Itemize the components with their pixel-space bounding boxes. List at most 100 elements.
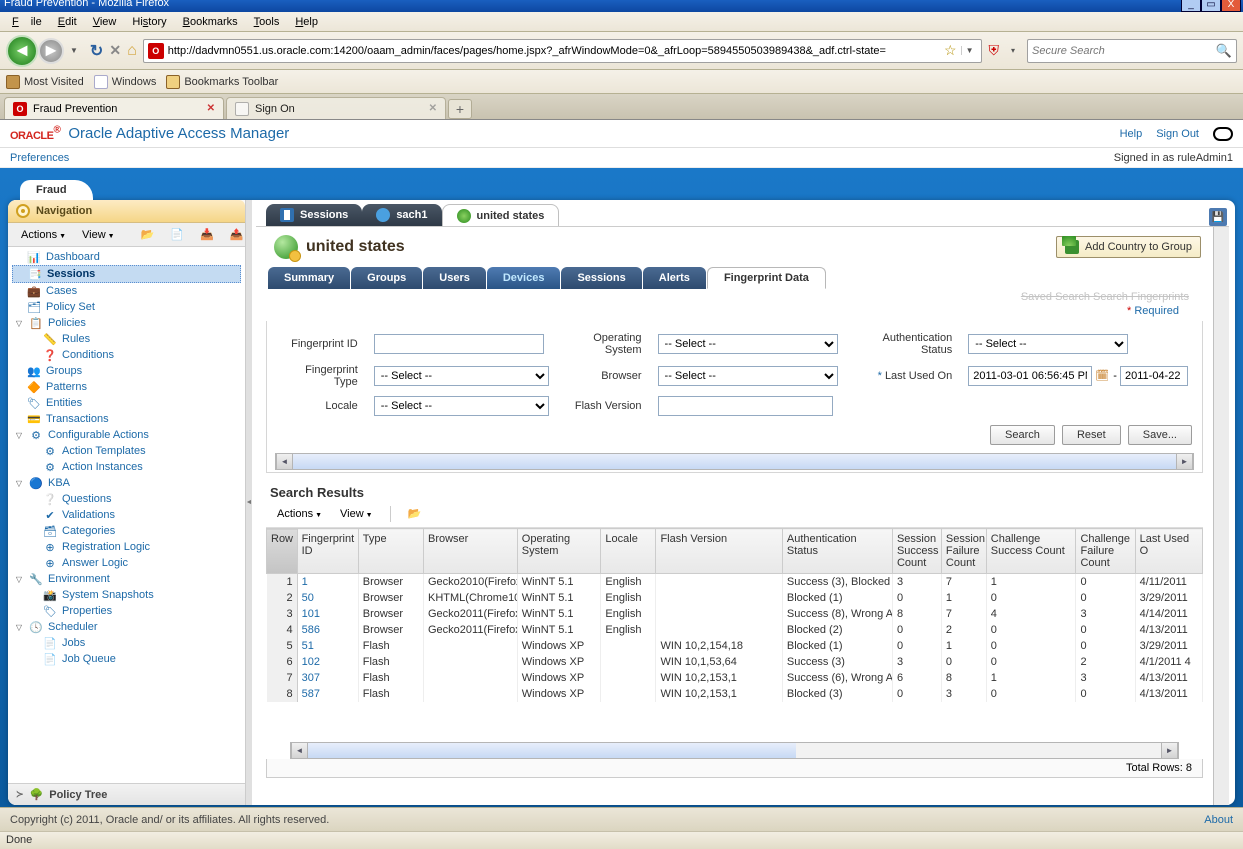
- reset-button[interactable]: Reset: [1062, 425, 1121, 445]
- vertical-scrollbar[interactable]: [1213, 227, 1229, 805]
- menu-edit[interactable]: Edit: [52, 14, 83, 30]
- results-actions-menu[interactable]: Actions▼: [270, 505, 329, 523]
- back-button[interactable]: ◄: [6, 35, 38, 67]
- tree-configactions[interactable]: ▽⚙Configurable Actions: [12, 427, 241, 443]
- about-link[interactable]: About: [1204, 814, 1233, 826]
- subtab-groups[interactable]: Groups: [351, 267, 422, 289]
- cell-fpid[interactable]: 50: [297, 590, 358, 606]
- menu-history[interactable]: History: [126, 14, 172, 30]
- table-row[interactable]: 3101BrowserGecko2011(FirefoxWinNT 5.1Eng…: [267, 606, 1203, 622]
- tree-registration-logic[interactable]: ⊕Registration Logic: [12, 539, 241, 555]
- subtab-sessions[interactable]: Sessions: [561, 267, 641, 289]
- input-date-from[interactable]: [968, 366, 1092, 386]
- tree-job-queue[interactable]: 📄Job Queue: [12, 651, 241, 667]
- table-row[interactable]: 551FlashWindows XPWIN 10,2,154,18Blocked…: [267, 638, 1203, 654]
- col-cfc[interactable]: Challenge Failure Count: [1076, 529, 1135, 574]
- tree-policyset[interactable]: 🗂Policy Set: [12, 299, 241, 315]
- tree-action-instances[interactable]: ⚙Action Instances: [12, 459, 241, 475]
- tree-toggle[interactable]: ▽: [14, 431, 24, 440]
- table-row[interactable]: 6102FlashWindows XPWIN 10,1,53,64Success…: [267, 654, 1203, 670]
- new-icon[interactable]: 📄: [163, 225, 191, 244]
- tree-kba[interactable]: ▽🔵KBA: [12, 475, 241, 491]
- tree-toggle[interactable]: ▽: [14, 575, 24, 584]
- scroll-left-icon[interactable]: ◄: [276, 454, 293, 469]
- select-fptype[interactable]: -- Select --: [374, 366, 549, 386]
- subtab-summary[interactable]: Summary: [268, 267, 350, 289]
- minimize-button[interactable]: _: [1181, 0, 1201, 12]
- top-tab-fraud[interactable]: Fraud: [20, 180, 93, 200]
- col-auth[interactable]: Authentication Status: [782, 529, 892, 574]
- tree-rules[interactable]: 📏Rules: [12, 331, 241, 347]
- col-os[interactable]: Operating System: [517, 529, 601, 574]
- col-browser[interactable]: Browser: [424, 529, 518, 574]
- content-scroll[interactable]: Saved Search Search Fingerprints * Requi…: [256, 289, 1213, 805]
- tab-user[interactable]: sach1: [362, 204, 441, 226]
- open-icon[interactable]: 📂: [134, 225, 162, 244]
- subtab-devices[interactable]: Devices: [487, 267, 561, 289]
- tab-close-icon[interactable]: ✕: [207, 103, 215, 114]
- home-icon[interactable]: ⌂: [127, 42, 137, 60]
- cell-fpid[interactable]: 1: [297, 574, 358, 591]
- input-flash[interactable]: [658, 396, 833, 416]
- help-link[interactable]: Help: [1120, 128, 1143, 140]
- browser-search-input[interactable]: [1032, 45, 1216, 57]
- tree-environment[interactable]: ▽🔧Environment: [12, 571, 241, 587]
- bookmark-star-icon[interactable]: ☆: [940, 42, 961, 59]
- col-locale[interactable]: Locale: [601, 529, 656, 574]
- policy-tree-panel[interactable]: ≻ 🌳 Policy Tree: [8, 783, 245, 805]
- col-type[interactable]: Type: [358, 529, 423, 574]
- tree-dashboard[interactable]: 📊Dashboard: [12, 249, 241, 265]
- tree-cases[interactable]: 💼Cases: [12, 283, 241, 299]
- col-flash[interactable]: Flash Version: [656, 529, 782, 574]
- bookmark-most-visited[interactable]: Most Visited: [6, 75, 84, 89]
- scroll-track[interactable]: [308, 743, 796, 758]
- browser-tab-signon[interactable]: Sign On ✕: [226, 97, 446, 119]
- input-date-to[interactable]: [1120, 366, 1188, 386]
- tree-entities[interactable]: 🏷Entities: [12, 395, 241, 411]
- tree-transactions[interactable]: 💳Transactions: [12, 411, 241, 427]
- subtab-alerts[interactable]: Alerts: [643, 267, 706, 289]
- col-ssc[interactable]: Session Success Count: [892, 529, 941, 574]
- table-row[interactable]: 8587FlashWindows XPWIN 10,2,153,1Blocked…: [267, 686, 1203, 702]
- preferences-link[interactable]: Preferences: [10, 152, 69, 164]
- col-fpid[interactable]: Fingerprint ID: [297, 529, 358, 574]
- tree-validations[interactable]: ✔Validations: [12, 507, 241, 523]
- tree-snapshots[interactable]: 📸System Snapshots: [12, 587, 241, 603]
- tree-toggle[interactable]: ▽: [14, 479, 24, 488]
- search-button[interactable]: Search: [990, 425, 1055, 445]
- open-icon[interactable]: 📂: [401, 504, 429, 523]
- expand-icon[interactable]: ≻: [16, 789, 24, 800]
- bookmark-windows[interactable]: Windows: [94, 75, 157, 89]
- tab-country[interactable]: united states: [442, 204, 560, 226]
- form-hscroll[interactable]: ◄ ►: [275, 453, 1194, 470]
- tree-groups[interactable]: 👥Groups: [12, 363, 241, 379]
- tree-scheduler[interactable]: ▽🕓Scheduler: [12, 619, 241, 635]
- import-icon[interactable]: 📥: [193, 225, 221, 244]
- tree-patterns[interactable]: 🔶Patterns: [12, 379, 241, 395]
- maximize-button[interactable]: ▭: [1201, 0, 1221, 12]
- add-country-button[interactable]: Add Country to Group: [1056, 236, 1201, 258]
- browser-tab-fraud[interactable]: O Fraud Prevention ✕: [4, 97, 224, 119]
- cell-fpid[interactable]: 587: [297, 686, 358, 702]
- tree-toggle[interactable]: ▽: [14, 623, 24, 632]
- tree-policies[interactable]: ▽📋Policies: [12, 315, 241, 331]
- scroll-right-icon[interactable]: ►: [1176, 454, 1193, 469]
- signout-link[interactable]: Sign Out: [1156, 128, 1199, 140]
- cell-fpid[interactable]: 586: [297, 622, 358, 638]
- shield-dropdown[interactable]: ▾: [1005, 46, 1021, 55]
- splitter[interactable]: [246, 200, 252, 805]
- table-row[interactable]: 250BrowserKHTML(Chrome10WinNT 5.1English…: [267, 590, 1203, 606]
- tree-action-templates[interactable]: ⚙Action Templates: [12, 443, 241, 459]
- cell-fpid[interactable]: 307: [297, 670, 358, 686]
- save-icon[interactable]: 💾: [1209, 208, 1227, 226]
- subtab-users[interactable]: Users: [423, 267, 486, 289]
- url-input[interactable]: [168, 45, 940, 57]
- select-locale[interactable]: -- Select --: [374, 396, 549, 416]
- tree-toggle[interactable]: ▽: [14, 319, 24, 328]
- tree-properties[interactable]: 🏷Properties: [12, 603, 241, 619]
- security-shield-icon[interactable]: ⛨: [988, 42, 999, 59]
- cell-fpid[interactable]: 51: [297, 638, 358, 654]
- calendar-icon[interactable]: 🗓: [1094, 368, 1110, 384]
- select-os[interactable]: -- Select --: [658, 334, 838, 354]
- tree-answer-logic[interactable]: ⊕Answer Logic: [12, 555, 241, 571]
